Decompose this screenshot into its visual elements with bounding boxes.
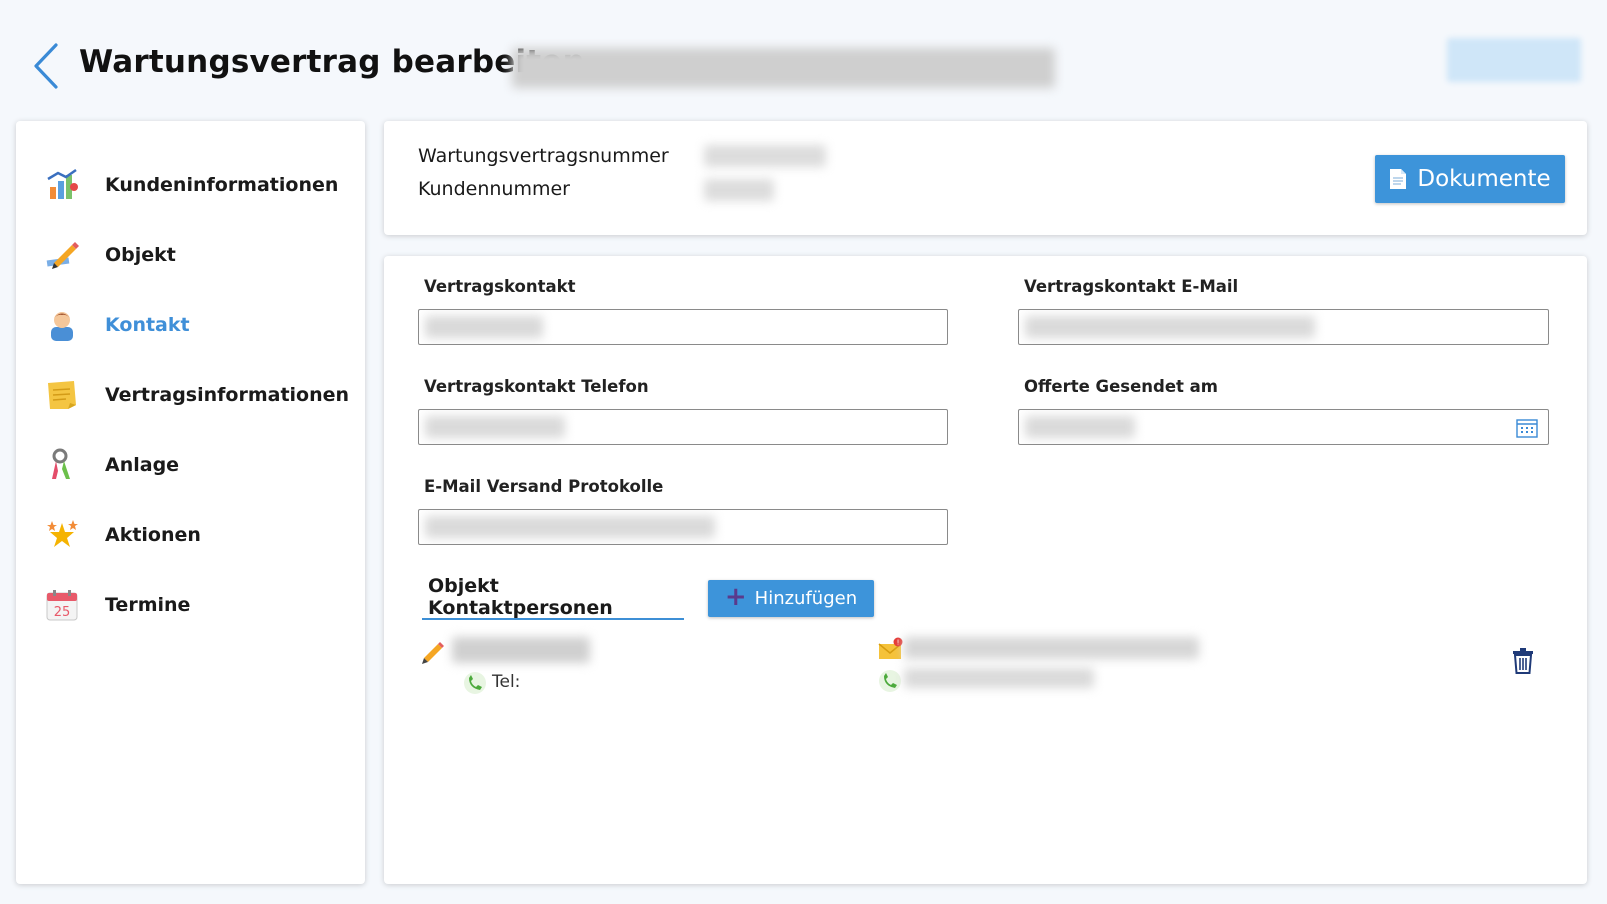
email-protocols-field[interactable] bbox=[418, 509, 948, 545]
sidebar-item-kontakt[interactable]: Kontakt bbox=[16, 297, 365, 353]
sidebar-item-label: Termine bbox=[105, 594, 191, 616]
person-icon bbox=[51, 312, 73, 341]
email-protocols-label: E-Mail Versand Protokolle bbox=[424, 477, 664, 496]
plus-icon: + bbox=[724, 582, 747, 612]
keys-icon bbox=[52, 448, 70, 479]
sidebar-item-label: Kontakt bbox=[105, 314, 190, 336]
sidebar: Kundeninformationen Objekt Kontakt Vertr… bbox=[16, 121, 365, 884]
sidebar-item-label: Objekt bbox=[105, 244, 176, 266]
contact-phone-field[interactable] bbox=[418, 409, 948, 445]
back-button[interactable] bbox=[30, 42, 64, 90]
documents-button-label: Dokumente bbox=[1417, 166, 1551, 192]
edit-pencil-icon[interactable] bbox=[420, 638, 446, 664]
contact-field[interactable] bbox=[418, 309, 948, 345]
tel-label: Tel: bbox=[492, 672, 521, 692]
add-contact-button-label: Hinzufügen bbox=[754, 588, 858, 609]
contract-info-card: Wartungsvertragsnummer Kundennummer Doku… bbox=[384, 121, 1587, 235]
trash-icon[interactable] bbox=[1512, 648, 1534, 674]
chevron-left-icon bbox=[34, 43, 58, 89]
redacted-value bbox=[425, 516, 715, 538]
page-title: Wartungsvertrag bearbeiten bbox=[79, 44, 585, 80]
svg-text:!: ! bbox=[897, 639, 900, 647]
sidebar-item-anlage[interactable]: Anlage bbox=[16, 437, 365, 493]
contact-phone-label: Vertragskontakt Telefon bbox=[424, 377, 649, 396]
pencil-ruler-icon bbox=[46, 242, 79, 269]
redacted-contact-email bbox=[904, 637, 1199, 659]
redacted-contact-phone bbox=[904, 668, 1094, 688]
offer-sent-date-field[interactable] bbox=[1018, 409, 1549, 445]
sidebar-item-label: Aktionen bbox=[105, 524, 201, 546]
contact-form-card: Vertragskontakt Vertragskontakt E-Mail V… bbox=[384, 256, 1587, 884]
add-contact-button[interactable]: + Hinzufügen bbox=[708, 580, 874, 617]
redacted-contact-name bbox=[452, 637, 590, 663]
phone-icon bbox=[464, 672, 486, 694]
tab-object-contacts-label: Objekt Kontaktpersonen bbox=[428, 575, 613, 619]
calendar-icon: 25 bbox=[46, 590, 78, 621]
sidebar-item-vertragsinformationen[interactable]: Vertragsinformationen bbox=[16, 367, 365, 423]
redacted-title-suffix bbox=[512, 48, 1055, 88]
documents-button[interactable]: Dokumente bbox=[1375, 155, 1565, 203]
tab-object-contacts[interactable]: Objekt Kontaktpersonen bbox=[422, 575, 684, 620]
calendar-picker-icon[interactable] bbox=[1516, 418, 1538, 438]
offer-sent-label: Offerte Gesendet am bbox=[1024, 377, 1218, 396]
svg-text:25: 25 bbox=[54, 605, 71, 620]
sidebar-item-label: Vertragsinformationen bbox=[105, 384, 350, 406]
document-icon bbox=[1390, 169, 1407, 189]
sidebar-item-kundeninformationen[interactable]: Kundeninformationen bbox=[16, 157, 365, 213]
redacted-contract-number bbox=[704, 145, 826, 167]
redacted-value bbox=[1025, 316, 1315, 338]
sidebar-item-aktionen[interactable]: Aktionen bbox=[16, 507, 365, 563]
customer-info-icon bbox=[47, 168, 78, 199]
email-icon: ! bbox=[878, 637, 903, 659]
redacted-header-button[interactable] bbox=[1447, 38, 1581, 82]
contact-email-field[interactable] bbox=[1018, 309, 1549, 345]
sidebar-item-objekt[interactable]: Objekt bbox=[16, 227, 365, 283]
stars-icon bbox=[47, 520, 78, 547]
phone-icon bbox=[879, 670, 901, 692]
redacted-value bbox=[1025, 416, 1135, 438]
contact-field-label: Vertragskontakt bbox=[424, 277, 576, 296]
sidebar-item-label: Anlage bbox=[105, 454, 180, 476]
contact-email-label: Vertragskontakt E-Mail bbox=[1024, 277, 1239, 296]
redacted-customer-number bbox=[704, 179, 774, 201]
redacted-value bbox=[425, 316, 543, 338]
sidebar-item-termine[interactable]: 25 Termine bbox=[16, 577, 365, 633]
sidebar-item-label: Kundeninformationen bbox=[105, 174, 339, 196]
sticky-note-icon bbox=[48, 381, 76, 409]
customer-number-label: Kundennummer bbox=[418, 178, 570, 200]
contract-number-label: Wartungsvertragsnummer bbox=[418, 145, 669, 167]
redacted-value bbox=[425, 416, 565, 438]
